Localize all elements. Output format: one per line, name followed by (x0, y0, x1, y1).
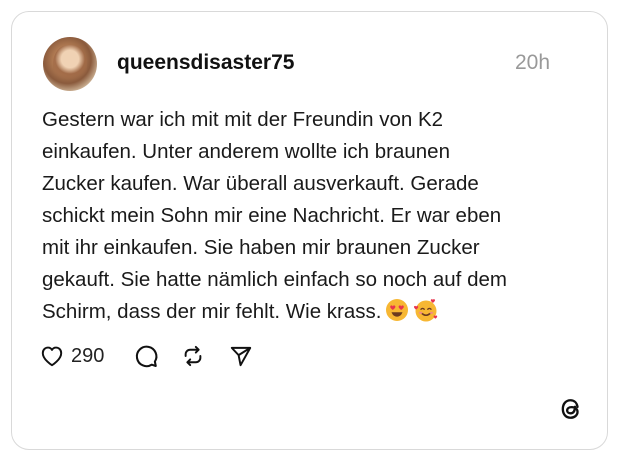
smiling-face-with-hearts-emoji (413, 298, 439, 332)
post-text-line: mit ihr einkaufen. Sie haben mir braunen… (42, 236, 480, 259)
avatar[interactable] (43, 37, 97, 91)
post-text-line: Zucker kaufen. War überall ausverkauft. … (42, 172, 479, 195)
post-text-line: gekauft. Sie hatte nämlich einfach so no… (42, 268, 507, 291)
post-text: Gestern war ich mit mit der Freundin von… (42, 104, 582, 332)
repost-icon (180, 343, 206, 369)
like-count: 290 (71, 344, 105, 367)
threads-logo-icon[interactable] (557, 395, 585, 428)
post-text-line-content: Schirm, dass der mir fehlt. Wie krass. (42, 300, 382, 323)
post-text-line-last: Schirm, dass der mir fehlt. Wie krass. (42, 296, 582, 332)
heart-icon (39, 343, 65, 369)
post-time: 20h (515, 51, 551, 74)
comment-icon (133, 343, 159, 369)
reply-button[interactable] (133, 343, 159, 369)
post-text-line: Gestern war ich mit mit der Freundin von… (42, 108, 444, 131)
send-icon (228, 343, 254, 369)
share-button[interactable] (228, 343, 254, 369)
username[interactable]: queensdisaster75 (117, 51, 294, 75)
like-button[interactable]: 290 (39, 343, 104, 369)
post-text-line: einkaufen. Unter anderem wollte ich brau… (42, 140, 450, 163)
repost-button[interactable] (180, 343, 206, 369)
post-text-line: schickt mein Sohn mir eine Nachricht. Er… (42, 204, 502, 227)
heart-eyes-emoji (385, 298, 409, 332)
